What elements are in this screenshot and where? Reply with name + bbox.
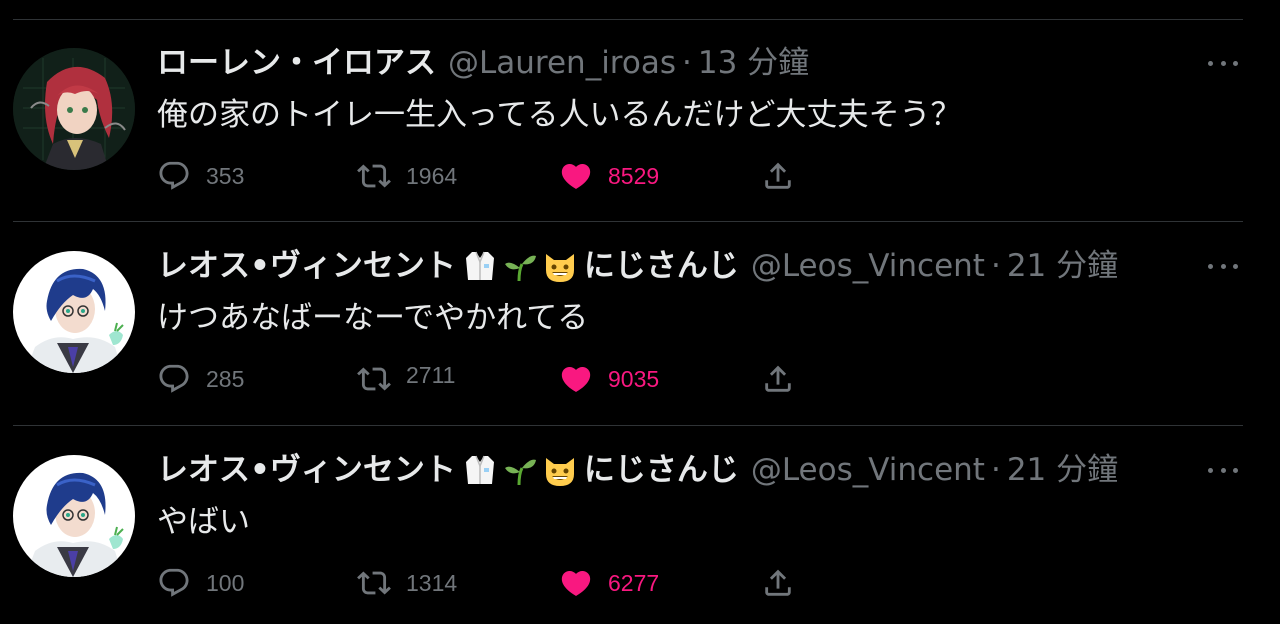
reply-count: 100 — [206, 569, 245, 596]
share-icon — [765, 569, 791, 596]
tweet-actions: 100 1314 6277 — [157, 563, 857, 603]
like-button[interactable]: 6277 — [559, 563, 659, 603]
heart-filled-icon — [561, 366, 591, 392]
share-button[interactable] — [761, 563, 795, 603]
retweet-count: 1964 — [406, 162, 458, 189]
tweet-actions: 353 1964 8529 — [157, 156, 857, 196]
retweet-icon — [357, 164, 391, 188]
reply-icon — [159, 161, 189, 190]
tweet[interactable]: レオス•ヴィンセント にじさんじ @Leos_Vincent — [0, 426, 1280, 624]
more-options-icon[interactable] — [1208, 256, 1238, 276]
share-button[interactable] — [761, 359, 795, 399]
display-name[interactable]: ローレン・イロアス — [157, 43, 436, 83]
separator-dot: · — [682, 45, 692, 81]
retweet-button[interactable]: 2711 — [357, 359, 455, 399]
tweet-actions: 285 2711 9035 — [157, 359, 857, 399]
tweet-header: レオス•ヴィンセント にじさんじ @Leos_Vincent · 21 分鐘 — [157, 450, 1118, 490]
like-button[interactable]: 8529 — [559, 156, 659, 196]
separator-dot: · — [990, 452, 1001, 488]
like-count: 8529 — [608, 162, 660, 189]
retweet-icon — [357, 367, 391, 391]
seedling-emoji-icon — [504, 255, 536, 282]
heart-filled-icon — [561, 163, 591, 189]
seedling-emoji-icon — [504, 459, 536, 486]
lab-coat-emoji-icon — [465, 251, 494, 280]
reply-count: 353 — [206, 162, 245, 189]
reply-icon — [159, 568, 189, 597]
more-options-icon[interactable] — [1208, 460, 1238, 480]
display-name-suffix[interactable]: にじさんじ — [584, 450, 739, 490]
user-handle[interactable]: @Leos_Vincent — [751, 246, 985, 286]
tweet-text: 俺の家のトイレ一生入ってる人いるんだけど大丈夫そう？ — [157, 97, 962, 133]
retweet-count: 1314 — [406, 569, 458, 596]
tweet-text: けつあなばーなーでやかれてる — [157, 300, 589, 336]
name-emojis — [462, 452, 578, 488]
timestamp[interactable]: 13 分鐘 — [698, 43, 809, 83]
separator-dot: · — [990, 248, 1001, 284]
avatar-blue-haired-character-image — [13, 251, 135, 373]
avatar-red-haired-character-image — [13, 48, 135, 170]
display-name[interactable]: レオス•ヴィンセント — [157, 450, 456, 490]
timestamp[interactable]: 21 分鐘 — [1007, 450, 1118, 490]
tweet[interactable]: レオス•ヴィンセント にじさんじ @Leos_Vincent — [0, 222, 1280, 425]
more-options-icon[interactable] — [1208, 53, 1238, 73]
reply-button[interactable]: 285 — [157, 359, 244, 399]
display-name-suffix[interactable]: にじさんじ — [584, 246, 739, 286]
tweet[interactable]: ローレン・イロアス @Lauren_iroas · 13 分鐘 俺の家のトイレ一… — [0, 19, 1280, 222]
reply-icon — [159, 364, 189, 393]
retweet-button[interactable]: 1964 — [357, 156, 457, 196]
avatar[interactable] — [13, 48, 135, 170]
retweet-count: 2711 — [406, 361, 456, 388]
like-count: 9035 — [608, 365, 660, 392]
like-count: 6277 — [608, 569, 660, 596]
reply-button[interactable]: 353 — [157, 156, 244, 196]
grinning-cat-emoji-icon — [545, 254, 574, 282]
name-emojis — [462, 248, 578, 284]
avatar[interactable] — [13, 251, 135, 373]
retweet-button[interactable]: 1314 — [357, 563, 457, 603]
user-handle[interactable]: @Leos_Vincent — [751, 450, 985, 490]
display-name[interactable]: レオス•ヴィンセント — [157, 246, 456, 286]
reply-button[interactable]: 100 — [157, 563, 244, 603]
like-button[interactable]: 9035 — [559, 359, 659, 399]
user-handle[interactable]: @Lauren_iroas — [448, 43, 676, 83]
timestamp[interactable]: 21 分鐘 — [1007, 246, 1118, 286]
share-button[interactable] — [761, 156, 795, 196]
avatar-blue-haired-character-image — [13, 455, 135, 577]
share-icon — [765, 365, 791, 392]
retweet-icon — [357, 571, 391, 595]
heart-filled-icon — [561, 570, 591, 596]
avatar[interactable] — [13, 455, 135, 577]
tweet-text: やばい — [157, 504, 250, 540]
grinning-cat-emoji-icon — [545, 458, 574, 486]
tweet-header: レオス•ヴィンセント にじさんじ @Leos_Vincent · 21 分鐘 — [157, 246, 1118, 286]
lab-coat-emoji-icon — [465, 455, 494, 484]
reply-count: 285 — [206, 365, 245, 392]
tweet-header: ローレン・イロアス @Lauren_iroas · 13 分鐘 — [157, 43, 809, 83]
share-icon — [765, 162, 791, 189]
